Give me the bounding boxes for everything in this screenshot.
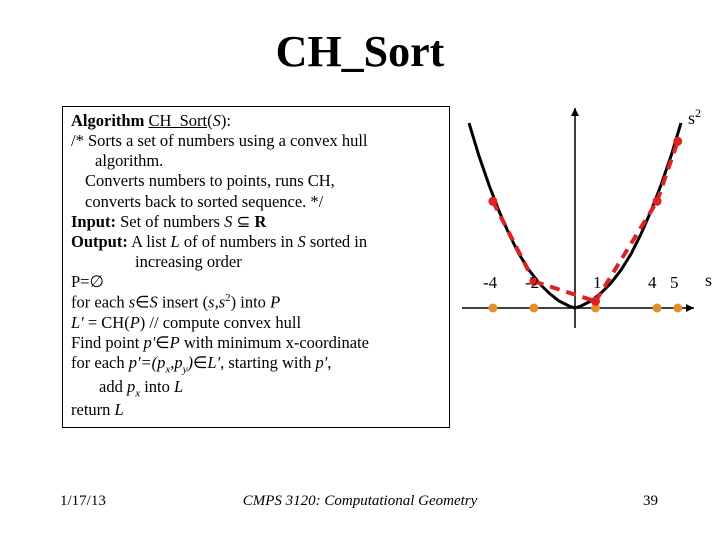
algo-line-7: Output: A list L of of numbers in S sort…: [71, 232, 441, 252]
algo-line-10: for each s∈S insert (s,s2) into P: [71, 292, 441, 313]
tick-m4: -4: [483, 273, 497, 293]
arrow-right-icon: [686, 304, 694, 312]
fn-name: CH_Sort: [148, 111, 207, 130]
algo-line-9: P=∅: [71, 272, 441, 292]
algo-line-8: increasing order: [71, 252, 441, 272]
algo-line-11: L' = CH(P) // compute convex hull: [71, 313, 441, 333]
page-title: CH_Sort: [0, 0, 720, 85]
tick-p4: 4: [648, 273, 657, 293]
algo-line-1: Algorithm CH_Sort(S):: [71, 111, 441, 131]
algo-line-14: add px into L: [71, 377, 441, 401]
parabola-chart: [462, 108, 694, 328]
algo-line-2: /* Sorts a set of numbers using a convex…: [71, 131, 441, 151]
tick-p1: 1: [593, 273, 602, 293]
kw-algorithm: Algorithm: [71, 111, 144, 130]
footer-page: 39: [643, 493, 658, 510]
algo-line-4: Converts numbers to points, runs CH,: [71, 171, 441, 191]
algorithm-box: Algorithm CH_Sort(S): /* Sorts a set of …: [62, 106, 450, 428]
x-axis-label: s: [705, 270, 712, 291]
arrow-up-icon: [571, 108, 579, 116]
tick-m2: -2: [525, 273, 539, 293]
algo-line-12: Find point p'∈P with minimum x-coordinat…: [71, 333, 441, 353]
footer-course: CMPS 3120: Computational Geometry: [0, 493, 720, 510]
algo-line-6: Input: Set of numbers S ⊆ R: [71, 212, 441, 232]
y-axis-label: s2: [688, 106, 701, 129]
algo-line-13: for each p'=(px,py)∈L', starting with p'…: [71, 353, 441, 377]
algo-line-3: algorithm.: [71, 151, 441, 171]
algo-line-5: converts back to sorted sequence. */: [71, 192, 441, 212]
algo-line-15: return L: [71, 400, 441, 420]
slide: CH_Sort Algorithm CH_Sort(S): /* Sorts a…: [0, 0, 720, 540]
tick-p5: 5: [670, 273, 679, 293]
